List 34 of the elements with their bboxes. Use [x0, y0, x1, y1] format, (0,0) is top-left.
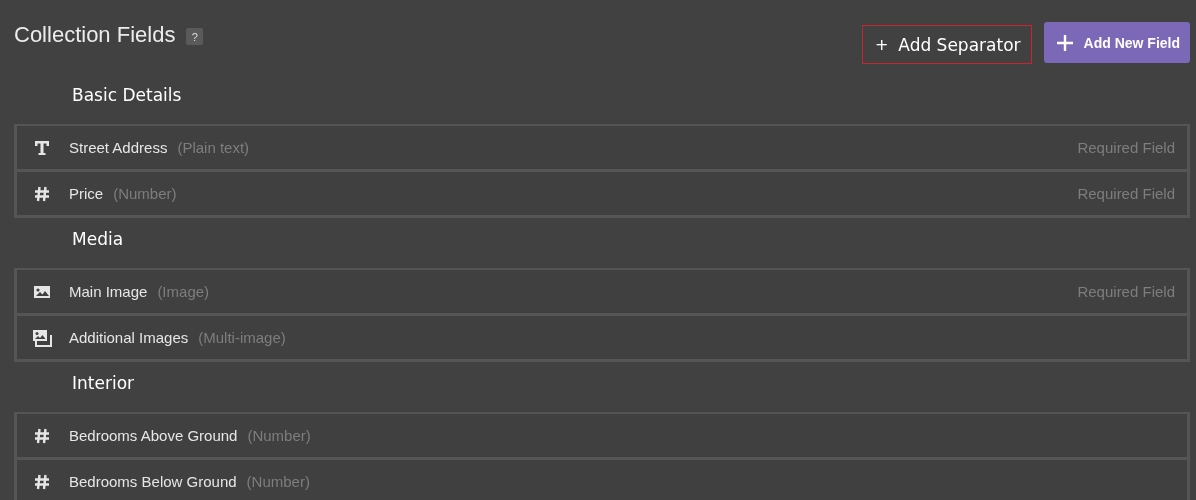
text-icon	[34, 139, 50, 156]
page-title: Collection Fields	[14, 22, 176, 48]
section-heading: Interior	[72, 373, 134, 393]
hash-icon	[34, 185, 50, 202]
field-name: Price	[69, 185, 104, 202]
images-icon	[32, 328, 52, 347]
field-type: (Number)	[113, 185, 177, 202]
field-row[interactable]: Street Address (Plain text) Required Field	[17, 126, 1190, 172]
field-name: Main Image	[69, 283, 148, 300]
field-type: (Number)	[246, 473, 310, 490]
image-icon	[33, 284, 51, 299]
field-row[interactable]: Main Image (Image) Required Field	[17, 270, 1190, 316]
field-type: (Multi-image)	[198, 329, 286, 346]
field-type: (Plain text)	[177, 139, 250, 156]
field-name: Bedrooms Above Ground	[69, 427, 238, 444]
field-name: Street Address	[69, 139, 168, 156]
field-row[interactable]: Price (Number) Required Field	[17, 172, 1190, 218]
field-name: Bedrooms Below Ground	[69, 473, 237, 490]
field-name: Additional Images	[69, 329, 189, 346]
hash-icon	[34, 473, 50, 490]
plus-icon	[1055, 33, 1074, 52]
required-label: Required Field	[1077, 283, 1175, 300]
field-row[interactable]: Additional Images (Multi-image)	[17, 316, 1190, 362]
section-heading: Media	[72, 229, 124, 249]
help-badge[interactable]: ?	[186, 28, 204, 45]
section-heading: Basic Details	[72, 85, 182, 105]
hash-icon	[34, 427, 50, 444]
field-type: (Image)	[157, 283, 210, 300]
required-label: Required Field	[1077, 139, 1175, 156]
required-label: Required Field	[1077, 185, 1175, 202]
add-separator-button[interactable]: + Add Separator	[861, 25, 1032, 64]
field-type: (Number)	[247, 427, 311, 444]
add-new-field-button[interactable]: Add New Field	[1043, 22, 1190, 63]
field-row[interactable]: Bedrooms Above Ground (Number)	[17, 414, 1190, 460]
